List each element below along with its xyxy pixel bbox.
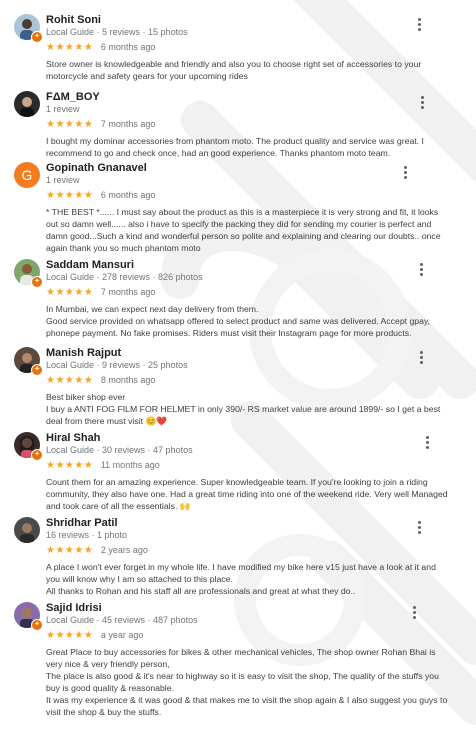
review-line: deal from there must visit 😊❤️ — [46, 416, 168, 426]
local-guide-badge-icon: ✦ — [31, 276, 43, 288]
review-text: Count them for an amazing experience. Su… — [46, 476, 448, 512]
star-rating: ★★★★★ — [46, 630, 94, 641]
local-guide-badge-icon: ✦ — [31, 31, 43, 43]
review-line: It was my experience & it was good & tha… — [46, 695, 448, 705]
rating-row: ★★★★★ 8 months ago — [46, 375, 155, 386]
review-time: 2 years ago — [100, 545, 148, 555]
more-options-icon[interactable] — [412, 519, 426, 537]
review-text: A place I won't ever forget in my whole … — [46, 561, 436, 597]
more-options-icon[interactable] — [407, 604, 421, 622]
review-time: 6 months ago — [100, 42, 156, 52]
rating-row: ★★★★★ 2 years ago — [46, 545, 148, 556]
local-guide-badge-icon: ✦ — [31, 449, 43, 461]
review-line: visit the shop & buy the stuffs. — [46, 707, 162, 717]
more-options-icon[interactable] — [414, 261, 428, 279]
rating-row: ★★★★★ 6 months ago — [46, 42, 155, 53]
review-line: again thank you so much phantom moto — [46, 243, 201, 253]
rating-row: ★★★★★ 7 months ago — [46, 119, 155, 130]
more-options-icon[interactable] — [415, 94, 429, 112]
review-line: out so damn well...... also i have to sp… — [46, 219, 432, 229]
reviewer-meta: Local Guide · 5 reviews · 15 photos — [46, 27, 188, 37]
rating-row: ★★★★★ 11 months ago — [46, 460, 160, 471]
review-text: Store owner is knowledgeable and friendl… — [46, 58, 436, 82]
review-line: The place is also good & it's near to hi… — [46, 671, 439, 681]
review-line: very nice & very friendly person, — [46, 659, 170, 669]
rating-row: ★★★★★ a year ago — [46, 630, 143, 641]
review-line: In Mumbai, we can expect next day delive… — [46, 304, 259, 314]
more-options-icon[interactable] — [414, 349, 428, 367]
reviewer-meta: 16 reviews · 1 photo — [46, 530, 128, 540]
reviewer-meta: Local Guide · 30 reviews · 47 photos — [46, 445, 193, 455]
avatar[interactable] — [14, 517, 40, 543]
local-guide-badge-icon: ✦ — [31, 619, 43, 631]
reviewer-name[interactable]: Saddam Mansuri — [46, 259, 134, 271]
review-text: Best biker shop ever I buy a ANTI FOG FI… — [46, 391, 441, 427]
review-line: Count them for an amazing experience. Su… — [46, 477, 428, 487]
review-line: I bought my dominar accessories from pha… — [46, 136, 424, 146]
review-line: buy is good quality & reasonable. — [46, 683, 174, 693]
review-line: * THE BEST *...... I must say about the … — [46, 207, 439, 217]
review-line: community, they also have one. Had a gre… — [46, 489, 448, 499]
review-line: damn good...Such a kind and wonderful pe… — [46, 231, 441, 241]
review-line: A place I won't ever forget in my whole … — [46, 562, 436, 572]
reviewer-meta: Local Guide · 9 reviews · 25 photos — [46, 360, 188, 370]
reviewer-name[interactable]: FΔM_BOY — [46, 91, 100, 103]
reviewer-name[interactable]: Gopinath Gnanavel — [46, 162, 147, 174]
review-line: Best biker shop ever — [46, 392, 126, 402]
review-time: 6 months ago — [100, 190, 156, 200]
review-text: Great Place to buy accessories for bikes… — [46, 646, 448, 718]
more-options-icon[interactable] — [412, 16, 426, 34]
review-time: 7 months ago — [100, 287, 156, 297]
avatar[interactable] — [14, 91, 40, 117]
reviewer-name[interactable]: Sajid Idrisi — [46, 602, 102, 614]
star-rating: ★★★★★ — [46, 375, 94, 386]
review-line: Store owner is knowledgeable and friendl… — [46, 59, 422, 69]
reviewer-name[interactable]: Manish Rajput — [46, 347, 121, 359]
review-line: phonepe payment. No fake promises. Rider… — [46, 328, 412, 338]
reviewer-meta: Local Guide · 45 reviews · 487 photos — [46, 615, 198, 625]
review-time: a year ago — [100, 630, 144, 640]
review-line: All thanks to Rohan and his staff all ar… — [46, 586, 356, 596]
review-line: motorcycle and safety gears for your upc… — [46, 71, 248, 81]
star-rating: ★★★★★ — [46, 287, 94, 298]
reviewer-name[interactable]: Rohit Soni — [46, 14, 101, 26]
more-options-icon[interactable] — [398, 164, 412, 182]
reviewer-name[interactable]: Shridhar Patil — [46, 517, 118, 529]
review-line: and took care of all the essentials. 🙌 — [46, 501, 191, 511]
local-guide-badge-icon: ✦ — [31, 364, 43, 376]
star-rating: ★★★★★ — [46, 190, 94, 201]
review-text: * THE BEST *...... I must say about the … — [46, 206, 441, 254]
star-rating: ★★★★★ — [46, 42, 94, 53]
review-line: recommend to go and check once, had an g… — [46, 148, 391, 158]
review-line: Good service provided on whatsapp offere… — [46, 316, 431, 326]
star-rating: ★★★★★ — [46, 545, 94, 556]
avatar[interactable]: G — [14, 162, 40, 188]
review-time: 11 months ago — [100, 460, 160, 470]
reviews-list: ✦ Rohit Soni Local Guide · 5 reviews · 1… — [0, 0, 476, 747]
avatar-letter: G — [14, 162, 40, 188]
rating-row: ★★★★★ 6 months ago — [46, 190, 155, 201]
review-text: In Mumbai, we can expect next day delive… — [46, 303, 436, 339]
star-rating: ★★★★★ — [46, 119, 94, 130]
rating-row: ★★★★★ 7 months ago — [46, 287, 155, 298]
reviewer-meta: Local Guide · 278 reviews · 826 photos — [46, 272, 203, 282]
review-text: I bought my dominar accessories from pha… — [46, 135, 436, 159]
review-line: I buy a ANTI FOG FILM FOR HELMET in only… — [46, 404, 441, 414]
more-options-icon[interactable] — [420, 434, 434, 452]
reviewer-meta: 1 review — [46, 175, 80, 185]
review-line: Great Place to buy accessories for bikes… — [46, 647, 436, 657]
review-line: you will know why I am so attached to th… — [46, 574, 233, 584]
review-time: 8 months ago — [100, 375, 156, 385]
reviewer-meta: 1 review — [46, 104, 80, 114]
reviewer-name[interactable]: Hiral Shah — [46, 432, 100, 444]
star-rating: ★★★★★ — [46, 460, 94, 471]
review-time: 7 months ago — [100, 119, 156, 129]
